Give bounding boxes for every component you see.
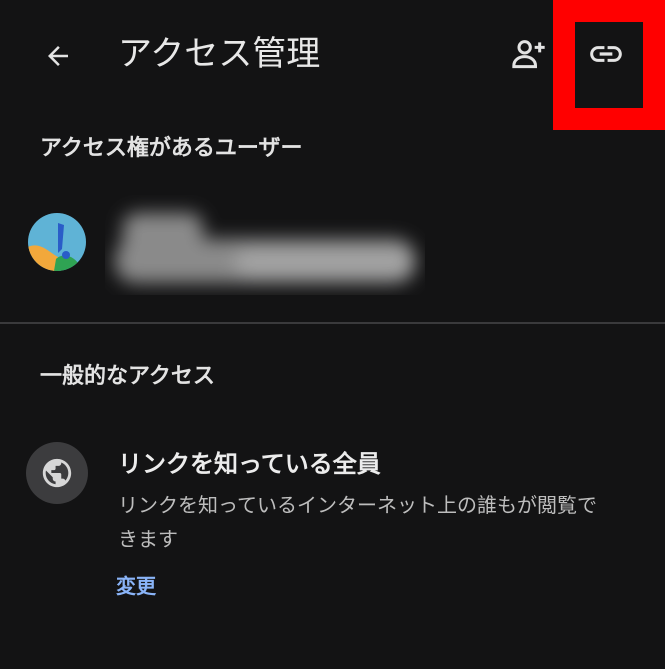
avatar xyxy=(28,213,86,271)
link-icon xyxy=(590,46,622,62)
section-divider xyxy=(0,322,665,324)
access-level-title: リンクを知っている全員 xyxy=(118,450,381,478)
blurred-user-info xyxy=(115,213,415,283)
back-button[interactable] xyxy=(36,34,80,78)
access-level-description: リンクを知っているインターネット上の誰もが閲覧できます xyxy=(118,493,597,551)
general-access-heading: 一般的なアクセス xyxy=(40,364,215,389)
general-access-row: リンクを知っている全員 リンクを知っているインターネット上の誰もが閲覧できます … xyxy=(0,430,665,610)
arrow-left-icon xyxy=(48,46,68,66)
user-row[interactable] xyxy=(0,175,665,320)
top-app-bar: アクセス管理 xyxy=(0,0,665,130)
globe-icon-container xyxy=(26,442,88,504)
copy-link-button[interactable] xyxy=(580,28,632,80)
add-person-button[interactable] xyxy=(504,30,552,78)
change-access-button[interactable]: 変更 xyxy=(116,570,156,599)
person-add-icon xyxy=(512,40,545,69)
globe-icon xyxy=(42,458,72,488)
page-title: アクセス管理 xyxy=(118,34,321,74)
users-section-heading: アクセス権があるユーザー xyxy=(40,136,303,161)
